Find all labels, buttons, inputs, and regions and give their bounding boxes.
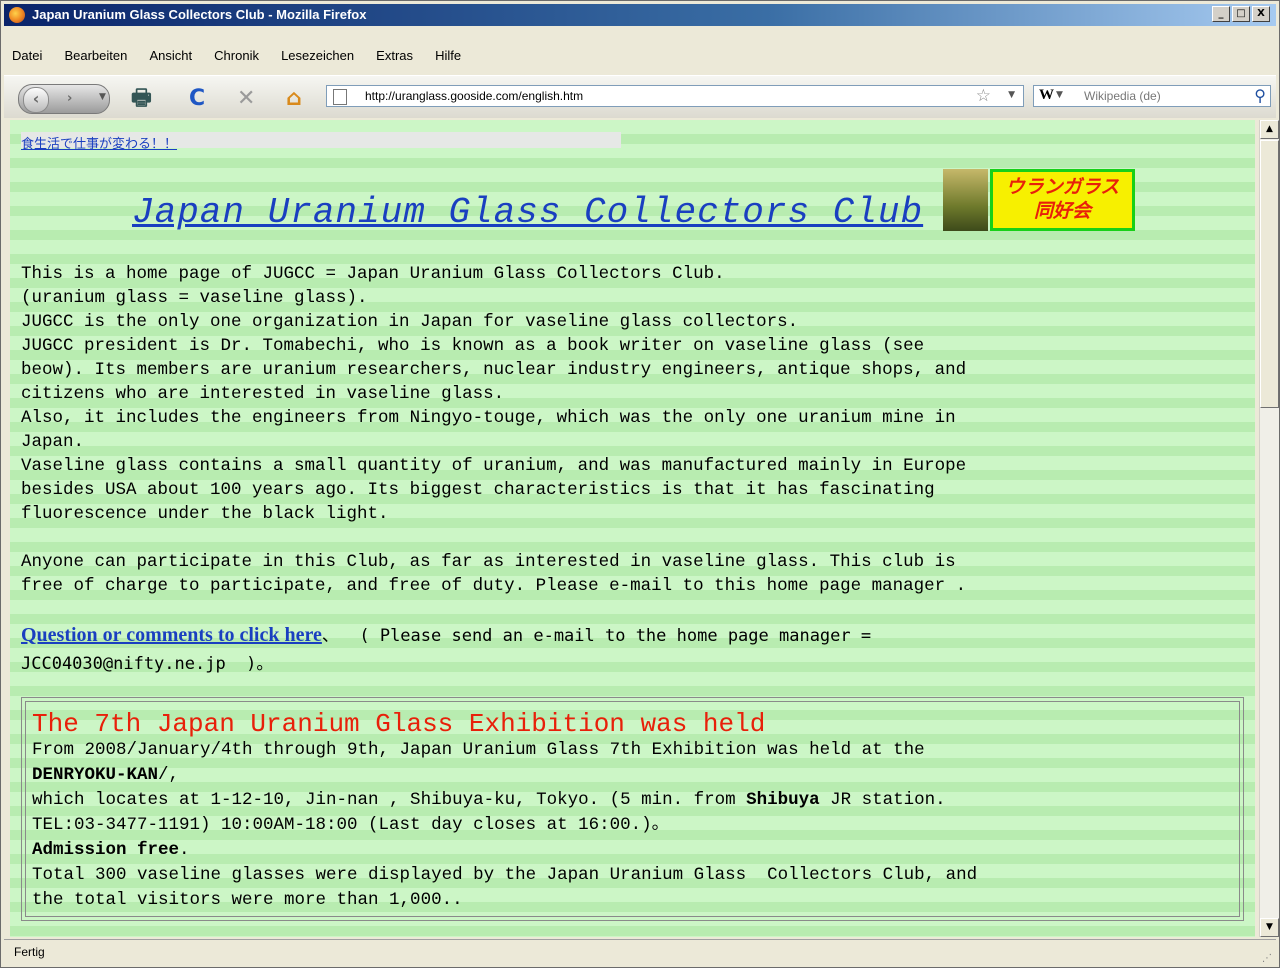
search-engine-icon[interactable]: W: [1039, 87, 1054, 104]
top-banner: 食生活で仕事が変わる！！: [21, 132, 621, 152]
window-title: Japan Uranium Glass Collectors Club - Mo…: [32, 7, 367, 22]
exhibition-box: The 7th Japan Uranium Glass Exhibition w…: [21, 697, 1244, 921]
status-bar: Fertig ⋰: [4, 939, 1276, 966]
search-engine-dropdown-icon[interactable]: ▼: [1056, 90, 1063, 100]
title-bar: Japan Uranium Glass Collectors Club - Mo…: [4, 4, 1276, 26]
home-icon[interactable]: ⌂: [286, 88, 302, 110]
scroll-up-button[interactable]: ▲: [1260, 120, 1279, 139]
url-dropdown-icon[interactable]: ▼: [1008, 90, 1015, 100]
forward-button[interactable]: ›: [67, 91, 72, 106]
venue-name: DENRYOKU-KAN: [32, 765, 159, 785]
exhibition-line1: From 2008/January/4th through 9th, Japan…: [32, 740, 925, 760]
admission-tail: .: [179, 840, 190, 860]
search-box[interactable]: W ▼ Wikipedia (de) ⚲: [1033, 85, 1271, 107]
maximize-button[interactable]: □: [1232, 6, 1250, 22]
exhibition-line4: Total 300 vaseline glasses were displaye…: [32, 865, 978, 910]
back-forward-group: ‹ › ▼: [18, 84, 110, 114]
bookmark-star-icon[interactable]: ☆: [976, 86, 991, 106]
status-text: Fertig: [14, 945, 45, 959]
back-button[interactable]: ‹: [23, 87, 49, 113]
menu-lesezeichen[interactable]: Lesezeichen: [273, 44, 363, 68]
menu-bearbeiten[interactable]: Bearbeiten: [56, 44, 136, 68]
logo-text-line2: 同好会: [1033, 200, 1091, 222]
menu-bar: Datei Bearbeiten Ansicht Chronik Lesezei…: [4, 44, 1276, 68]
page-title[interactable]: Japan Uranium Glass Collectors Club: [132, 192, 923, 233]
logo-text-line1: ウランガラス: [1005, 176, 1120, 198]
top-banner-link[interactable]: 食生活で仕事が変わる！！: [21, 133, 177, 152]
contact-link[interactable]: Question or comments to click here: [21, 624, 322, 646]
scroll-down-button[interactable]: ▼: [1260, 918, 1279, 937]
reload-icon[interactable]: C: [189, 88, 205, 110]
page-content: 食生活で仕事が変わる！！ Japan Uranium Glass Collect…: [10, 120, 1255, 937]
exhibition-admission: Admission free.: [32, 838, 1233, 863]
admission-free: Admission free: [32, 840, 180, 860]
exhibition-venue: DENRYOKU-KAN/,: [32, 763, 1233, 788]
club-logo: ウランガラス 同好会: [943, 169, 1137, 231]
line2-pre: which locates at 1-12-10, Jin-nan , Shib…: [32, 790, 747, 810]
search-placeholder[interactable]: Wikipedia (de): [1084, 89, 1161, 103]
browser-window: Japan Uranium Glass Collectors Club - Mo…: [0, 0, 1280, 968]
exhibition-line2: which locates at 1-12-10, Jin-nan , Shib…: [32, 788, 1233, 813]
minimize-button[interactable]: _: [1212, 6, 1230, 22]
exhibition-line3: TEL:03-3477-1191) 10:00AM-18:00 (Last da…: [32, 815, 670, 835]
glass-cup-image: [943, 169, 988, 231]
url-text[interactable]: http://uranglass.gooside.com/english.htm: [365, 89, 583, 103]
venue-tail: /,: [158, 765, 180, 785]
stop-icon[interactable]: ✕: [237, 88, 255, 110]
search-icon[interactable]: ⚲: [1254, 86, 1266, 105]
line2-post: JR station.: [819, 790, 946, 810]
url-bar[interactable]: http://uranglass.gooside.com/english.htm…: [326, 85, 1024, 107]
history-dropdown-icon[interactable]: ▼: [99, 92, 106, 102]
club-logo-sign: ウランガラス 同好会: [990, 169, 1135, 231]
firefox-icon: [9, 7, 25, 23]
station-name: Shibuya: [746, 790, 820, 810]
menu-hilfe[interactable]: Hilfe: [427, 44, 470, 68]
print-icon[interactable]: 🖶: [131, 88, 152, 110]
exhibition-heading: The 7th Japan Uranium Glass Exhibition w…: [32, 709, 766, 739]
menu-ansicht[interactable]: Ansicht: [141, 44, 201, 68]
menu-chronik[interactable]: Chronik: [206, 44, 268, 68]
scroll-thumb[interactable]: [1260, 140, 1279, 408]
page-icon: [333, 89, 347, 105]
menu-datei[interactable]: Datei: [4, 44, 51, 68]
contact-line: Question or comments to click here、 ( Pl…: [21, 622, 1241, 678]
menu-extras[interactable]: Extras: [368, 44, 422, 68]
resize-grip-icon[interactable]: ⋰: [1262, 953, 1272, 964]
close-button[interactable]: X: [1252, 6, 1270, 22]
intro-text: This is a home page of JUGCC = Japan Ura…: [21, 264, 967, 596]
vertical-scrollbar[interactable]: ▲ ▼: [1259, 120, 1279, 937]
